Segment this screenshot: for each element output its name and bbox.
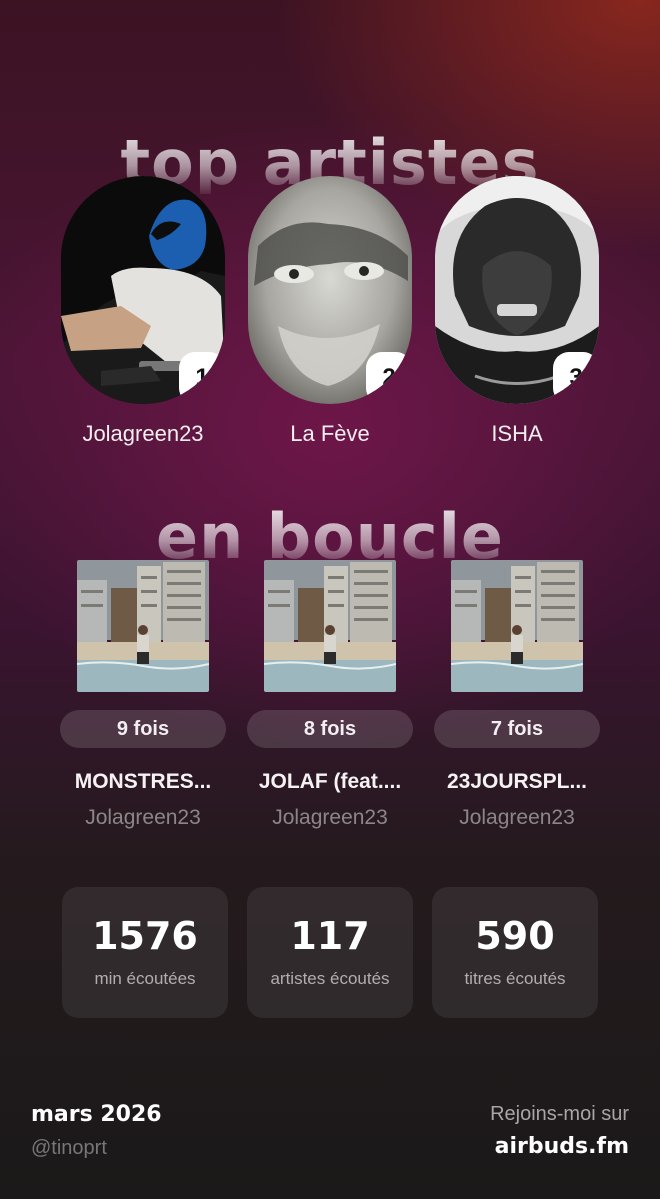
footer-date: mars 2026 [31,1102,162,1127]
track-title-3: 23JOURSPL... [446,770,588,793]
track-artist-1: Jolagreen23 [85,806,201,829]
artist-photo-1: 1 [61,176,225,404]
album-cover-beach-buildings-icon [264,560,396,692]
stat-value-minutes: 1576 [92,914,198,958]
artist-card-2[interactable]: 2 La Fève [248,176,412,447]
artist-card-1[interactable]: 1 Jolagreen23 [61,176,225,447]
footer-site-link[interactable]: airbuds.fm [495,1134,629,1159]
track-card-3[interactable]: 7 fois 23JOURSPL... Jolagreen23 [434,560,600,830]
track-artist-3: Jolagreen23 [459,806,575,829]
stat-label-tracks: titres écoutés [464,969,566,988]
stat-label-artists: artistes écoutés [270,969,390,988]
track-card-2[interactable]: 8 fois JOLAF (feat.... Jolagreen23 [247,560,413,830]
stat-card-tracks: 590 titres écoutés [432,887,598,1018]
stat-value-tracks: 590 [475,914,555,958]
album-cover-2 [264,560,396,692]
stat-label-minutes: min écoutées [94,969,196,988]
artist-name-2: La Fève [290,421,370,446]
track-artist-2: Jolagreen23 [272,806,388,829]
track-card-1[interactable]: 9 fois MONSTRES... Jolagreen23 [60,560,226,830]
stat-value-artists: 117 [290,914,370,958]
artist-photo-3: 3 [435,176,599,404]
play-count-2: 8 fois [247,710,413,748]
album-cover-beach-buildings-icon [451,560,583,692]
footer-cta: Rejoins-moi sur [490,1103,629,1125]
play-count-1: 9 fois [60,710,226,748]
album-cover-3 [451,560,583,692]
artist-name-3: ISHA [491,421,543,446]
footer-username[interactable]: @tinoprt [31,1137,107,1160]
stat-card-artists: 117 artistes écoutés [247,887,413,1018]
artist-name-1: Jolagreen23 [82,421,204,446]
rank-badge-2: 2 [366,352,412,404]
on-repeat-title: en boucle [0,506,660,568]
rank-badge-3: 3 [553,352,599,404]
play-count-3: 7 fois [434,710,600,748]
album-cover-1 [77,560,209,692]
track-title-1: MONSTRES... [74,770,212,793]
artist-card-3[interactable]: 3 ISHA [435,176,599,447]
rank-badge-1: 1 [179,352,225,404]
artist-photo-2: 2 [248,176,412,404]
stat-card-minutes: 1576 min écoutées [62,887,228,1018]
album-cover-beach-buildings-icon [77,560,209,692]
track-title-2: JOLAF (feat.... [258,770,402,793]
